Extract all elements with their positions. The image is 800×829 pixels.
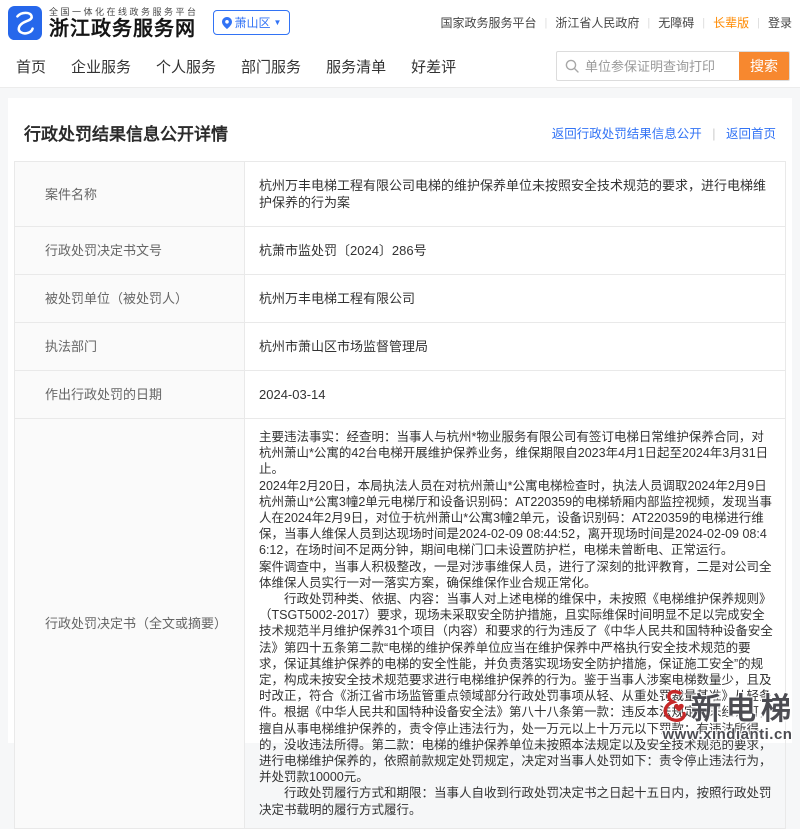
table-row-document-number: 行政处罚决定书文号 杭萧市监处罚〔2024〕286号	[15, 227, 786, 275]
penalty-detail-table: 案件名称 杭州万丰电梯工程有限公司电梯的维护保养单位未按照安全技术规范的要求，进…	[14, 161, 786, 829]
row-value: 主要违法事实：经查明：当事人与杭州*物业服务有限公司有签订电梯日常维护保养合同，…	[245, 419, 786, 829]
back-links: 返回行政处罚结果信息公开 | 返回首页	[552, 123, 776, 142]
link-national-platform[interactable]: 国家政务服务平台	[440, 14, 536, 31]
location-pin-icon	[222, 17, 232, 29]
row-label: 案件名称	[15, 162, 245, 227]
link-accessibility[interactable]: 无障碍	[658, 14, 694, 31]
back-link-penalty-list[interactable]: 返回行政处罚结果信息公开	[552, 127, 702, 141]
row-label: 行政处罚决定书文号	[15, 227, 245, 275]
nav-item-department-services[interactable]: 部门服务	[241, 56, 301, 77]
nav-item-personal-services[interactable]: 个人服务	[156, 56, 216, 77]
platform-tagline: 全国一体化在线政务服务平台	[49, 5, 199, 18]
divider: |	[702, 17, 705, 29]
divider: |	[712, 127, 715, 141]
search-icon	[565, 59, 579, 73]
row-value: 杭萧市监处罚〔2024〕286号	[245, 227, 786, 275]
row-value: 杭州市萧山区市场监督管理局	[245, 323, 786, 371]
nav-item-rating[interactable]: 好差评	[411, 56, 456, 77]
table-row-penalized-entity: 被处罚单位（被处罚人） 杭州万丰电梯工程有限公司	[15, 275, 786, 323]
search-button[interactable]: 搜索	[739, 51, 789, 81]
nav-item-home[interactable]: 首页	[16, 56, 46, 77]
nav-item-enterprise-services[interactable]: 企业服务	[71, 56, 131, 77]
search-input[interactable]	[579, 59, 739, 74]
table-row-case-name: 案件名称 杭州万丰电梯工程有限公司电梯的维护保养单位未按照安全技术规范的要求，进…	[15, 162, 786, 227]
row-value: 杭州万丰电梯工程有限公司	[245, 275, 786, 323]
table-row-enforcement-department: 执法部门 杭州市萧山区市场监督管理局	[15, 323, 786, 371]
chevron-down-icon: ▼	[274, 18, 282, 27]
table-row-decision-text: 行政处罚决定书（全文或摘要） 主要违法事实：经查明：当事人与杭州*物业服务有限公…	[15, 419, 786, 829]
row-value: 杭州万丰电梯工程有限公司电梯的维护保养单位未按照安全技术规范的要求，进行电梯维护…	[245, 162, 786, 227]
zhejiang-logo-icon	[8, 6, 42, 40]
divider: |	[757, 17, 760, 29]
table-row-penalty-date: 作出行政处罚的日期 2024-03-14	[15, 371, 786, 419]
divider: |	[545, 17, 548, 29]
row-label: 被处罚单位（被处罚人）	[15, 275, 245, 323]
divider: |	[647, 17, 650, 29]
location-selector[interactable]: 萧山区 ▼	[213, 10, 291, 35]
link-provincial-government[interactable]: 浙江省人民政府	[555, 14, 639, 31]
row-value: 2024-03-14	[245, 371, 786, 419]
link-login[interactable]: 登录	[768, 14, 792, 31]
search-box: 搜索	[556, 51, 790, 81]
row-label: 执法部门	[15, 323, 245, 371]
site-header: 全国一体化在线政务服务平台 浙江政务服务网 萧山区 ▼ 国家政务服务平台 | 浙江…	[0, 0, 800, 45]
row-label: 行政处罚决定书（全文或摘要）	[15, 419, 245, 829]
page-title: 行政处罚结果信息公开详情	[24, 120, 228, 145]
content-card: 行政处罚结果信息公开详情 返回行政处罚结果信息公开 | 返回首页 案件名称 杭州…	[8, 98, 792, 743]
link-elder-version[interactable]: 长辈版	[713, 14, 749, 31]
nav-item-service-list[interactable]: 服务清单	[326, 56, 386, 77]
site-logo: 全国一体化在线政务服务平台 浙江政务服务网 萧山区 ▼	[8, 5, 290, 40]
row-label: 作出行政处罚的日期	[15, 371, 245, 419]
back-link-home[interactable]: 返回首页	[726, 127, 776, 141]
site-name: 浙江政务服务网	[49, 18, 199, 40]
header-top-links: 国家政务服务平台 | 浙江省人民政府 | 无障碍 | 长辈版 | 登录	[440, 14, 792, 31]
page-head: 行政处罚结果信息公开详情 返回行政处罚结果信息公开 | 返回首页	[8, 98, 792, 161]
main-nav: 首页 企业服务 个人服务 部门服务 服务清单 好差评 搜索	[0, 45, 800, 88]
location-label: 萧山区	[235, 14, 271, 31]
